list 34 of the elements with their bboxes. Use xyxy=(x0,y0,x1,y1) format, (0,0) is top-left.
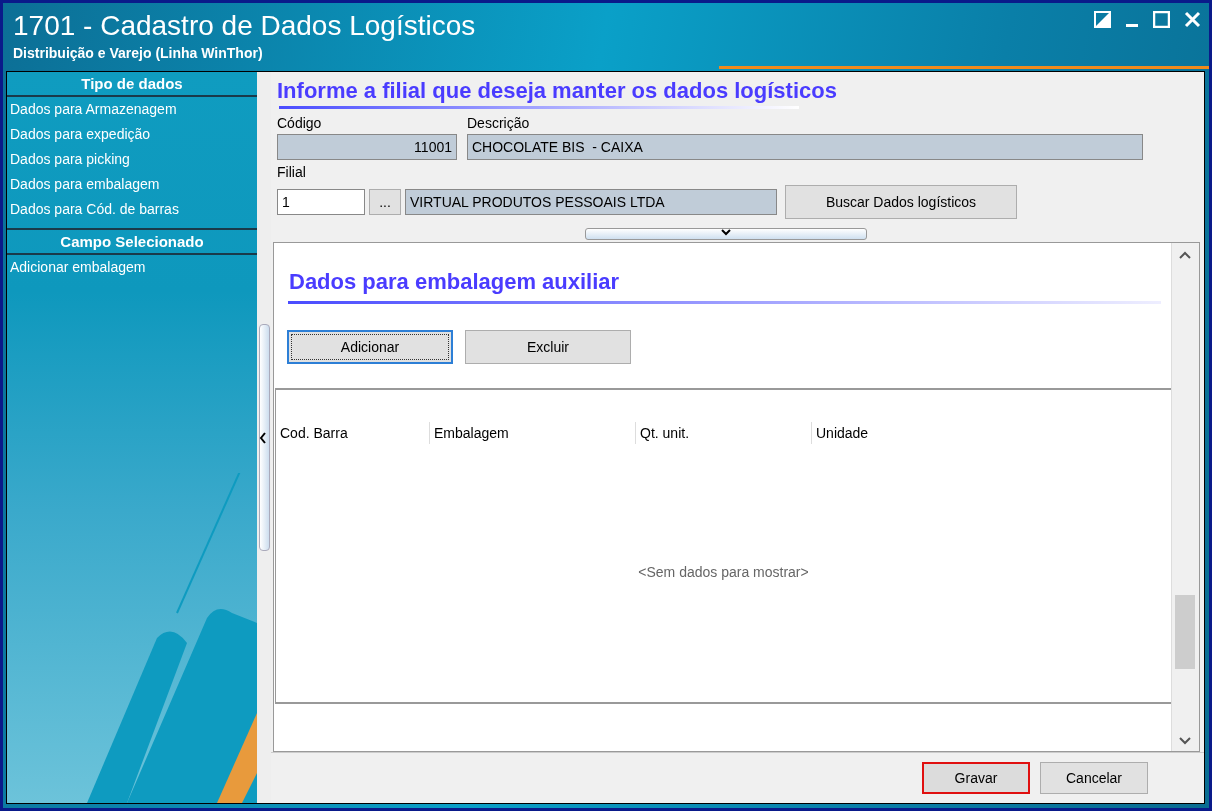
field-label: Código xyxy=(277,115,323,131)
delete-button[interactable]: Excluir xyxy=(465,330,631,364)
column-header[interactable]: Cod. Barra xyxy=(276,422,429,444)
column-header[interactable]: Unidade xyxy=(811,422,1011,444)
field-label: Descrição xyxy=(467,115,531,131)
close-icon[interactable] xyxy=(1184,11,1201,28)
field-label: Filial xyxy=(277,164,307,180)
lookup-button[interactable]: ... xyxy=(369,189,401,215)
scroll-up-icon[interactable] xyxy=(1179,251,1191,259)
maximize-icon[interactable] xyxy=(1153,11,1170,28)
add-button[interactable]: Adicionar xyxy=(287,330,453,364)
window-subtitle: Distribuição e Varejo (Linha WinThor) xyxy=(13,45,264,61)
cancel-button[interactable]: Cancelar xyxy=(1040,762,1148,794)
empty-message: <Sem dados para mostrar> xyxy=(638,564,809,580)
column-header[interactable]: Qt. unit. xyxy=(635,422,811,444)
window-title: 1701 - Cadastro de Dados Logísticos xyxy=(13,9,476,43)
save-button[interactable]: Gravar xyxy=(922,762,1030,794)
description-field[interactable]: CHOCOLATE BIS - CAIXA xyxy=(467,134,1143,160)
section-title: Informe a filial que deseja manter os dados logísticos xyxy=(277,78,838,104)
sidebar-heading: Campo Selecionado xyxy=(7,228,257,255)
sidebar-heading: Tipo de dados xyxy=(7,72,257,97)
scrollbar-thumb[interactable] xyxy=(259,324,270,551)
branch-name-field[interactable]: VIRTUAL PRODUTOS PESSOAIS LTDA xyxy=(405,189,777,215)
restore-icon[interactable] xyxy=(1094,11,1111,28)
branch-field[interactable]: 1 xyxy=(277,189,365,215)
expand-bar[interactable] xyxy=(584,228,867,240)
chevron-down-icon xyxy=(720,229,731,236)
scroll-down-icon[interactable] xyxy=(1179,737,1191,745)
search-button[interactable]: Buscar Dados logísticos xyxy=(785,185,1017,219)
scrollbar-thumb[interactable] xyxy=(1175,595,1195,669)
code-field[interactable]: 11001 xyxy=(277,134,457,160)
column-header[interactable]: Embalagem xyxy=(429,422,635,444)
collapse-left-icon[interactable] xyxy=(259,432,267,444)
section-title: Dados para embalagem auxiliar xyxy=(289,269,621,295)
